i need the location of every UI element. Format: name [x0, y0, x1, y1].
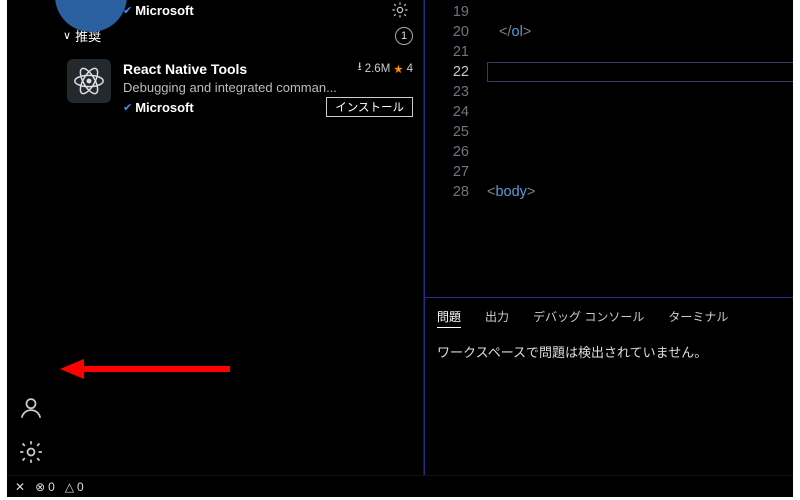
current-line-highlight	[487, 62, 793, 82]
settings-gear-icon[interactable]	[18, 439, 44, 465]
tab-output[interactable]: 出力	[485, 306, 509, 328]
extension-list-item[interactable]: React Native Tools ⭳ 2.6M ★ 4 Debugging …	[55, 51, 423, 125]
status-warnings[interactable]: △0	[65, 480, 84, 494]
bottom-panel: 問題 出力 デバッグ コンソール ターミナル ワークスペースで問題は検出されてい…	[424, 297, 793, 475]
rating-value: 4	[407, 63, 413, 75]
warning-icon: △	[65, 480, 74, 494]
extension-description: Debugging and integrated comman...	[123, 80, 413, 95]
publisher-label: Microsoft	[135, 100, 194, 115]
accounts-icon[interactable]	[18, 395, 44, 421]
tab-debug-console[interactable]: デバッグ コンソール	[533, 306, 644, 328]
react-native-icon	[67, 59, 111, 103]
extension-manage-gear-icon[interactable]	[391, 1, 409, 19]
line-gutter: 19202122232425262728	[425, 2, 487, 297]
tab-problems[interactable]: 問題	[437, 306, 461, 328]
status-errors[interactable]: ⊗0	[35, 480, 55, 494]
activity-bar	[7, 0, 55, 475]
code-editor[interactable]: 19202122232425262728 </ol> <body>	[424, 0, 793, 297]
tab-terminal[interactable]: ターミナル	[668, 306, 728, 328]
download-count: 2.6M	[365, 63, 391, 75]
extensions-sidebar: ✔ Microsoft ∨ 推奨 1 React Native Tools	[55, 0, 424, 475]
publisher-label: Microsoft	[135, 3, 194, 18]
error-icon: ⊗	[35, 480, 45, 494]
extension-title: React Native Tools	[123, 61, 247, 77]
download-icon: ⭳	[358, 59, 362, 78]
problems-empty-message: ワークスペースで問題は検出されていません。	[437, 342, 781, 361]
verified-icon: ✔	[123, 101, 132, 114]
code-content: </ol> <body>	[487, 2, 793, 297]
extension-stats: ⭳ 2.6M ★ 4	[358, 59, 413, 78]
section-count-badge: 1	[395, 27, 413, 45]
remote-icon: ✕	[15, 480, 25, 494]
chevron-down-icon: ∨	[63, 29, 71, 42]
editor-area: 19202122232425262728 </ol> <body> 問題 出力 …	[424, 0, 793, 475]
star-icon: ★	[393, 62, 403, 76]
install-button[interactable]: インストール	[326, 97, 413, 117]
status-bar: ✕ ⊗0 △0	[7, 475, 793, 497]
remote-indicator[interactable]: ✕	[15, 480, 25, 494]
